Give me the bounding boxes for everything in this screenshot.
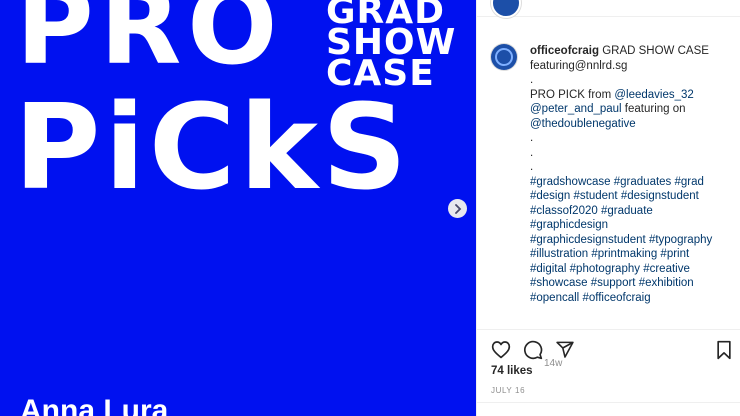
caption-line: featuring@nnlrd.sg bbox=[530, 59, 628, 72]
mention-link[interactable]: @thedoublenegative bbox=[530, 118, 636, 130]
hashtag-line: #gradshowcase #graduates #grad bbox=[530, 175, 740, 190]
hashtag-link[interactable]: #graduate bbox=[601, 205, 653, 217]
hashtag-list: #gradshowcase #graduates #grad #design #s… bbox=[530, 175, 740, 306]
caption-dot: . bbox=[530, 74, 534, 86]
post-image: PRO PiCkS GRAD SHOW CASE Anna Lura bbox=[0, 0, 476, 416]
divider bbox=[477, 402, 740, 403]
hashtag-link[interactable]: #support bbox=[591, 277, 636, 289]
post-date[interactable]: JULY 16 bbox=[491, 386, 525, 395]
chevron-right-icon bbox=[454, 203, 461, 214]
action-bar bbox=[477, 329, 740, 360]
hashtag-link[interactable]: #digital bbox=[530, 263, 566, 275]
avatar[interactable] bbox=[491, 44, 517, 70]
header-strip bbox=[477, 0, 740, 18]
bookmark-icon[interactable] bbox=[715, 340, 733, 360]
caption-dot: . bbox=[530, 146, 534, 159]
heart-icon[interactable] bbox=[491, 340, 511, 359]
caption-line: PRO PICK from bbox=[530, 88, 615, 101]
comment-timestamp[interactable]: 14w bbox=[544, 358, 562, 369]
headline-pro: PRO bbox=[16, 0, 284, 88]
hashtag-link[interactable]: #exhibition bbox=[639, 277, 694, 289]
person-name: Anna Lura bbox=[20, 394, 169, 416]
hashtag-link[interactable]: #officeofcraig bbox=[582, 292, 650, 304]
hashtag-link[interactable]: #graduates bbox=[614, 176, 672, 188]
hashtag-link[interactable]: #print bbox=[660, 248, 689, 260]
hashtag-line: #classof2020 #graduate bbox=[530, 204, 740, 219]
username-link[interactable]: officeofcraig bbox=[530, 45, 599, 57]
hashtag-line: #design #student #designstudent bbox=[530, 189, 740, 204]
hashtag-link[interactable]: #classof2020 bbox=[530, 205, 598, 217]
mention-link[interactable]: @peter_and_paul bbox=[530, 103, 622, 115]
headline-picks: PiCkS bbox=[14, 78, 411, 216]
hashtag-link[interactable]: #graphicdesign bbox=[530, 219, 608, 231]
caption-line: featuring on bbox=[621, 103, 686, 115]
comment-icon[interactable] bbox=[523, 340, 543, 360]
avatar[interactable] bbox=[491, 0, 521, 18]
hashtag-line: #graphicdesign bbox=[530, 218, 740, 233]
hashtag-link[interactable]: #typography bbox=[649, 234, 712, 246]
caption-dot: . bbox=[530, 132, 534, 144]
hashtag-link[interactable]: #gradshowcase bbox=[530, 176, 611, 188]
hashtag-line: #opencall #officeofcraig bbox=[530, 291, 740, 306]
likes-count[interactable]: 74 likes bbox=[491, 365, 533, 377]
hashtag-link[interactable]: #graphicdesignstudent bbox=[530, 234, 646, 246]
hashtag-line: #illustration #printmaking #print bbox=[530, 247, 740, 262]
hashtag-link[interactable]: #designstudent bbox=[621, 190, 699, 202]
caption-line: GRAD SHOW CASE bbox=[602, 45, 709, 57]
hashtag-link[interactable]: #printmaking bbox=[591, 248, 657, 260]
hashtag-line: #digital #photography #creative bbox=[530, 262, 740, 277]
hashtag-link[interactable]: #photography bbox=[570, 263, 640, 275]
hashtag-link[interactable]: #opencall bbox=[530, 292, 579, 304]
share-icon[interactable] bbox=[555, 340, 575, 359]
hashtag-line: #graphicdesignstudent #typography bbox=[530, 233, 740, 248]
caption-dot: . bbox=[530, 161, 534, 173]
next-image-button[interactable] bbox=[448, 199, 467, 218]
mention-link[interactable]: @leedavies_32 bbox=[614, 89, 693, 101]
hashtag-link[interactable]: #showcase bbox=[530, 277, 588, 289]
hashtag-link[interactable]: #student bbox=[574, 190, 618, 202]
hashtag-link[interactable]: #creative bbox=[643, 263, 690, 275]
grad-show-case-title: GRAD SHOW CASE bbox=[326, 0, 456, 92]
hashtag-link[interactable]: #design bbox=[530, 190, 570, 202]
hashtag-link[interactable]: #illustration bbox=[530, 248, 588, 260]
post-side-panel: officeofcraig GRAD SHOW CASE featuring@n… bbox=[476, 0, 740, 416]
caption-text: officeofcraig GRAD SHOW CASE featuring@n… bbox=[530, 44, 740, 305]
hashtag-line: #showcase #support #exhibition bbox=[530, 276, 740, 291]
hashtag-link[interactable]: #grad bbox=[675, 176, 704, 188]
